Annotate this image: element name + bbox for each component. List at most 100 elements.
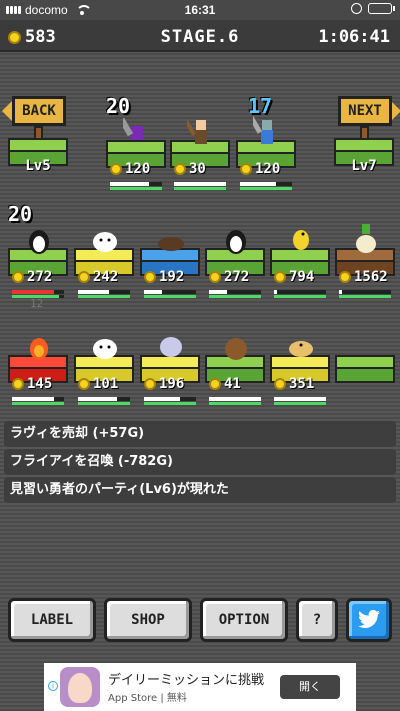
progress-bar xyxy=(12,290,64,294)
hp-bar xyxy=(110,187,162,190)
ad-banner[interactable]: i デイリーミッションに挑戦 App Store | 無料 開く xyxy=(44,663,356,711)
unit-price: 272 xyxy=(12,268,52,286)
rotation-lock-icon xyxy=(351,3,362,14)
unit-price: 101 xyxy=(78,375,118,393)
price-value: 192 xyxy=(159,269,185,285)
hp-bar xyxy=(339,295,391,298)
unit-slot[interactable]: 101 xyxy=(74,325,134,415)
hp-bar xyxy=(174,187,226,190)
back-level: Lv5 xyxy=(25,158,51,174)
game-hud: 583 STAGE.6 1:06:41 xyxy=(0,20,400,52)
unit-price: 192 xyxy=(144,268,184,286)
progress-bar xyxy=(174,182,226,186)
unit-slot[interactable]: 192 xyxy=(140,218,200,308)
hp-bar xyxy=(144,402,196,405)
progress-bar xyxy=(144,397,196,401)
mandrake-icon xyxy=(352,224,378,254)
unit-slot[interactable]: 1562 xyxy=(335,218,395,308)
ad-open-button[interactable]: 開く xyxy=(280,675,340,699)
hp-bar xyxy=(274,295,326,298)
bird-icon xyxy=(287,331,313,361)
play-timer: 1:06:41 xyxy=(318,27,390,47)
unit-price: 272 xyxy=(209,268,249,286)
progress-bar xyxy=(274,397,326,401)
price-value: 272 xyxy=(224,269,250,285)
progress-bar xyxy=(274,290,326,294)
unit-slot[interactable]: 242 xyxy=(74,218,134,308)
unit-level: 17 xyxy=(248,94,273,118)
twitter-button[interactable] xyxy=(346,598,392,642)
price-value: 794 xyxy=(289,269,315,285)
progress-bar xyxy=(209,290,261,294)
status-bar: docomo 16:31 xyxy=(0,0,400,20)
unit-slot[interactable]: 196 xyxy=(140,325,200,415)
hp-bar xyxy=(12,402,64,405)
progress-bar xyxy=(78,290,130,294)
price-value: 30 xyxy=(189,161,206,177)
penguin-icon xyxy=(25,224,51,254)
unit-slot[interactable]: 120 17 xyxy=(236,94,296,200)
tile xyxy=(335,355,395,383)
price-value: 41 xyxy=(224,376,241,392)
knight-icon xyxy=(248,115,279,146)
option-button[interactable]: OPTION xyxy=(200,598,288,642)
next-sign-button[interactable]: NEXT Lv7 xyxy=(332,96,400,188)
unit-slot[interactable]: 351 xyxy=(270,325,330,415)
bottom-menu: LABEL SHOP OPTION ? xyxy=(0,598,400,644)
progress-bar xyxy=(339,290,391,294)
coin-icon xyxy=(110,163,122,175)
unit-slot[interactable]: 145 xyxy=(8,325,68,415)
swordsman-icon xyxy=(182,116,213,146)
unit-price: 120 xyxy=(110,160,150,178)
yellow-bird-icon xyxy=(287,224,313,254)
label-button[interactable]: LABEL xyxy=(8,598,96,642)
progress-bar xyxy=(78,397,130,401)
ghost-icon xyxy=(157,331,183,361)
whale-icon xyxy=(157,224,184,254)
coin-icon xyxy=(240,163,252,175)
unit-price: 41 xyxy=(209,375,241,393)
purple-orb-sword-icon xyxy=(118,116,149,146)
coin-icon xyxy=(12,378,24,390)
twitter-icon xyxy=(358,609,380,628)
penguin-icon xyxy=(222,224,248,254)
log-entry: ラヴィを売却 (+57G) xyxy=(4,421,396,447)
coin-icon xyxy=(209,271,221,283)
price-value: 1562 xyxy=(354,269,388,285)
hp-bar xyxy=(274,402,326,405)
unit-price: 145 xyxy=(12,375,52,393)
ad-thumbnail xyxy=(60,667,100,707)
coin-icon xyxy=(339,271,351,283)
unit-slot[interactable]: 272 xyxy=(205,218,265,308)
unit-slot[interactable]: 794 xyxy=(270,218,330,308)
unit-price: 120 xyxy=(240,160,280,178)
unit-price: 30 xyxy=(174,160,206,178)
unit-level: 20 xyxy=(8,202,33,226)
unit-price: 196 xyxy=(144,375,184,393)
back-label: BACK xyxy=(12,96,66,126)
unit-slot[interactable]: 272 20 xyxy=(8,202,68,308)
progress-bar xyxy=(144,290,196,294)
unit-slot[interactable]: 41 xyxy=(205,325,265,415)
coin-icon xyxy=(78,378,90,390)
log-entry: 見習い勇者のパーティ(Lv6)が現れた xyxy=(4,477,396,503)
unit-level: 20 xyxy=(106,94,131,118)
unit-slot[interactable]: 120 20 xyxy=(106,94,166,200)
back-sign-button[interactable]: BACK Lv5 xyxy=(2,96,70,188)
next-label: NEXT xyxy=(338,96,392,126)
shop-button[interactable]: SHOP xyxy=(104,598,192,642)
white-cat-icon xyxy=(91,224,117,254)
unit-slot[interactable] xyxy=(335,325,395,415)
hp-bar xyxy=(144,295,196,298)
coin-icon xyxy=(144,378,156,390)
help-button[interactable]: ? xyxy=(296,598,338,642)
ad-info-icon[interactable]: i xyxy=(48,681,58,691)
coin-icon xyxy=(274,378,286,390)
price-value: 196 xyxy=(159,376,185,392)
log-entry: フライアイを召喚 (-782G) xyxy=(4,449,396,475)
flame-icon xyxy=(25,331,51,361)
coin-icon xyxy=(144,271,156,283)
faded-level: 12 xyxy=(30,297,44,310)
price-value: 242 xyxy=(93,269,119,285)
unit-slot[interactable]: 30 xyxy=(170,110,230,200)
